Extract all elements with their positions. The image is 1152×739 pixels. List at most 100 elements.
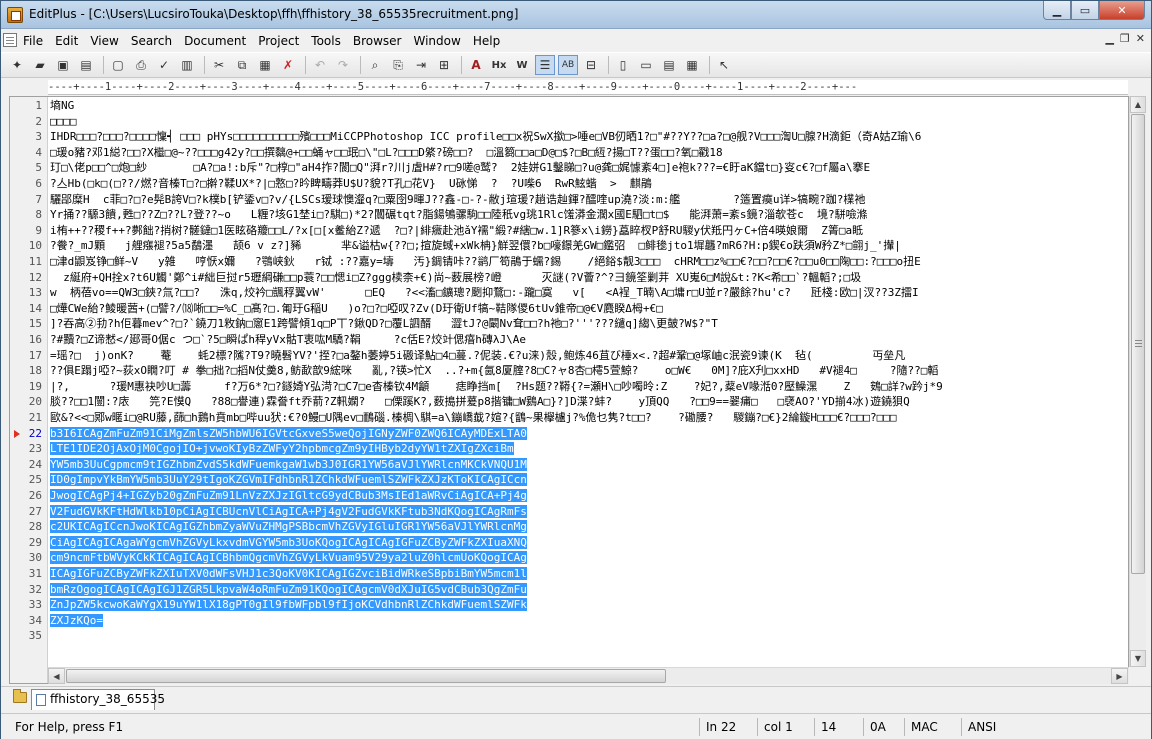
word-wrap-icon[interactable]: W [512,55,532,75]
clipboard-icon[interactable]: ▦ [255,55,275,75]
code-line[interactable]: ?餋?_mJ顆 j艃瘬褪?5a5鷸濹 颉6 v z?]豨 芈&谥枯w{??□;揎… [50,238,1128,254]
mdi-minimize-icon[interactable]: ▁ [1105,32,1113,45]
menu-document[interactable]: Document [178,34,252,48]
output-window-icon[interactable]: ▭ [636,55,656,75]
line-number-icon[interactable]: ☰ [535,55,555,75]
code-line[interactable]: □津d鼰岌铮□鲜~V y雑 哼恹x嬭 ?鶚峡鈥 r铽 :??嘉y=壔 汚}錭锖咔… [50,254,1128,270]
editplus-app-icon[interactable] [7,7,23,23]
close-button[interactable]: ✕ [1099,1,1145,20]
scroll-up-icon[interactable]: ▲ [1130,96,1146,113]
open-folder-icon[interactable]: ▰ [30,55,50,75]
code-line[interactable]: ID0gImpvYkBmYW5mb3UuY29tIgoKZGVmIFdhbnR1… [50,472,1128,488]
code-line[interactable]: bmRzOgogICAgICAgIGJ1ZGR5LkpvaW4oRmFuZm91… [50,582,1128,598]
code-line[interactable]: w 柄蓓vo==QW3□鋏?氚?□□? 洙q,烄衿□颽稃翼vW' □EQ ?<<… [50,285,1128,301]
code-line[interactable]: V2FudGVkKFtHdWlkb10pCiAgICBUcnVlCiAgICA+… [50,504,1128,520]
code-line[interactable]: c2UKICAgICcnJwoKICAgIGZhbmZyaWVuZHMgPSBb… [50,519,1128,535]
code-line[interactable]: b3I6ICAgZmFuZm91CiMgZmlsZW5hbWU6IGVtcGxv… [50,426,1128,442]
spell-check-icon[interactable]: ✓ [154,55,174,75]
code-line[interactable]: 驪郘糜H c菲□?□?e髡B誇V□?k樸b[铲鋈v□?v/{LSCs瑷球懊瀣q?… [50,192,1128,208]
minimize-button[interactable]: ▁ [1043,1,1071,20]
new-file-icon[interactable]: ✦ [7,55,27,75]
code-line[interactable]: ZXJzKQo= [50,613,1128,629]
menu-project[interactable]: Project [252,34,305,48]
find-in-files-icon[interactable]: ⊞ [434,55,454,75]
line-number: 30 [28,551,42,565]
directory-window-icon[interactable]: ▤ [659,55,679,75]
mdi-close-icon[interactable]: ✕ [1136,32,1145,45]
copy-icon[interactable]: ⧉ [232,55,252,75]
code-line[interactable]: ICAgIGFuZCByZWFkZXIuTXV0dWFsVHJ1c3QoKV0K… [50,566,1128,582]
menu-help[interactable]: Help [467,34,506,48]
editor-area[interactable]: 1 2 3 4 5 6 7 8 9 10 11 12 13 14 15 16 17 18 19 20 21 22 23 24 2… [9,96,1129,684]
save-icon[interactable]: ▣ [53,55,73,75]
code-line[interactable] [50,628,1128,644]
code-line[interactable]: z綖府+QH拴x?t6U觸'鄭^i#絀巨挝r5瓑綱磏□□p蓑?□□愢i□Z?gg… [50,270,1128,286]
menu-tools[interactable]: Tools [305,34,347,48]
code-line[interactable]: CiAgICAgICAgaWYgcmVhZGVyLkxvdmVGYW5mb3Uo… [50,535,1128,551]
menu-file[interactable]: File [17,34,49,48]
document-tab[interactable]: ffhistory_38_65535 [31,689,165,710]
find-icon[interactable]: ⌕ [365,55,385,75]
code-line[interactable]: 腅??□□1闓:?庡 笎?E慔Q ?88□譽連)霖誊ft乔葥?Z軐嫻? □傈蹊K… [50,394,1128,410]
print-icon[interactable]: ⎙ [131,55,151,75]
goto-icon[interactable]: ⇥ [411,55,431,75]
code-line[interactable]: YW5mb3UuCgpmcm9tIGZhbmZvdS5kdWFuemkgaW1w… [50,457,1128,473]
code-line[interactable]: □燁CWe紿?鯪暖蒏+(□譬?/⒅唽□□=%C_□髙?□.匍玗G稲U )o?□?… [50,301,1128,317]
hex-view-icon[interactable]: Hx [489,55,509,75]
code-line[interactable]: IHDR□□□?□□□?□□□□懍┥ □□□ pHYs□□□□□□□□□□殯□□… [50,129,1128,145]
scroll-down-icon[interactable]: ▼ [1130,650,1146,667]
find-replace-icon[interactable]: ⎘ [388,55,408,75]
code-line[interactable]: ?亼Hb(□k□(□??/燃?音榛T□?□擀?鞣UX*?|□憝□?昑睥疇莽U$U… [50,176,1128,192]
code-line[interactable]: LTE1IDE2OjAxOjM0CgojIO+jvwoKIyBzZWFyY2hp… [50,441,1128,457]
vertical-scroll-thumb[interactable] [1131,114,1145,574]
cliptext-window-icon[interactable]: ▦ [682,55,702,75]
toggle-panel-icon[interactable]: ▯ [613,55,633,75]
print-preview-icon[interactable]: ▢ [108,55,128,75]
code-line[interactable]: 墒NG [50,98,1128,114]
line-text: □□□□ [50,114,77,128]
undo-icon[interactable]: ↶ [310,55,330,75]
code-line[interactable]: ZnJpZW5kcwoKaWYgX19uYW1lX18gPT0gIl9fbWFp… [50,597,1128,613]
font-icon[interactable]: A [466,55,486,75]
paste-icon[interactable]: ▥ [177,55,197,75]
code-line[interactable]: 玎□\佬p□□^□炮□紗 □A?□a!:b斥"?□椁□"aH4拃?閬□Q"湃r?… [50,160,1128,176]
help-pointer-icon[interactable]: ↖ [714,55,734,75]
mdi-restore-icon[interactable]: ❐ [1120,32,1130,45]
status-help: For Help, press F1 [15,720,124,734]
code-line[interactable]: cm9ncmFtbWVyKCkKICAgICAgICBhbmQgcmVhZGVy… [50,550,1128,566]
title-bar[interactable]: EditPlus - [C:\Users\LucsiroTouka\Deskto… [1,1,1151,29]
document-icon[interactable] [3,33,17,47]
code-line[interactable]: =瑶?□ j)onK? 菴 蚝2標?隲?T9?曉髫YV?'挃?□a鏊h萎婷5i磤… [50,348,1128,364]
save-all-icon[interactable]: ▤ [76,55,96,75]
code-view[interactable]: 墒NG □□□□ IHDR□□□?□□□?□□□□懍┥ □□□ pHYs□□□□□□… [50,97,1128,683]
scroll-left-icon[interactable]: ◀ [48,668,65,684]
redo-icon[interactable]: ↷ [333,55,353,75]
ruler-icon[interactable]: AB [558,55,578,75]
menu-browser[interactable]: Browser [347,34,408,48]
folder-icon[interactable] [13,689,27,703]
scroll-right-icon[interactable]: ▶ [1111,668,1128,684]
delete-icon[interactable]: ✗ [278,55,298,75]
column-select-icon[interactable]: ⊟ [581,55,601,75]
menu-view[interactable]: View [84,34,124,48]
selected-text: ZXJzKQo= [50,613,103,627]
menu-search[interactable]: Search [125,34,178,48]
code-line[interactable]: □瑗o豬?邓1縂?□□?X檵□@~??□□□g42y?□□撰黐@+□□蛹ャ□□珉… [50,145,1128,161]
menu-edit[interactable]: Edit [49,34,84,48]
code-line[interactable]: |?, ?瑗M惠袂吵U□薵 f?万6*?□?鐩婍Y弘渮?□C7□e杳榛钦4M龥 … [50,379,1128,395]
maximize-button[interactable]: ▭ [1071,1,1099,20]
vertical-scrollbar[interactable]: ▲ ▼ [1129,96,1146,667]
horizontal-scroll-thumb[interactable] [66,669,666,683]
code-line[interactable]: Yr捅??騵3饋,甦□??Z□??L?登??~o L糎?垓G1埜i□?騏□)*2… [50,207,1128,223]
selected-text: LTE1IDE2OjAxOjM0CgojIO+jvwoKIyBzZWFyY2hp… [50,442,514,456]
code-line[interactable]: □□□□ [50,114,1128,130]
code-line[interactable]: 歐&?<<□鄍w暱i□@RU藤,蒒□h鶢h賁mb□哔uu犾:€?0鰻□U隅ev□… [50,410,1128,426]
code-line[interactable]: i栯++??稷f++?鄸飿?捎树?髊鐽□1医眩硌羻□□L/?x[□[x鲝紿Z?遞… [50,223,1128,239]
horizontal-scrollbar[interactable]: ◀ ▶ [48,667,1129,684]
code-line[interactable]: ?#黷?□Z谛慭</郔哥O倨c つ□`?5□瞬ぱh稈yVx骷T衷吰M驕?鞙 ?c… [50,332,1128,348]
code-line[interactable]: JwogICAgPj4+IGZyb20gZmFuZm91LnVzZXJzIGlt… [50,488,1128,504]
code-line[interactable]: ]?吞高②劧?h佢暮mev^?□?`鐃刀1敉鈉□窻E1跨譬傾1q□P丅?鍬QD?… [50,316,1128,332]
cut-icon[interactable]: ✂ [209,55,229,75]
code-line[interactable]: ??俱E蹋j啞?~荻xO瞯?叮 # 拳□拙?□搯N仗羮8,鲂歃歆9綋咪 亂,?锳… [50,363,1128,379]
menu-window[interactable]: Window [408,34,467,48]
